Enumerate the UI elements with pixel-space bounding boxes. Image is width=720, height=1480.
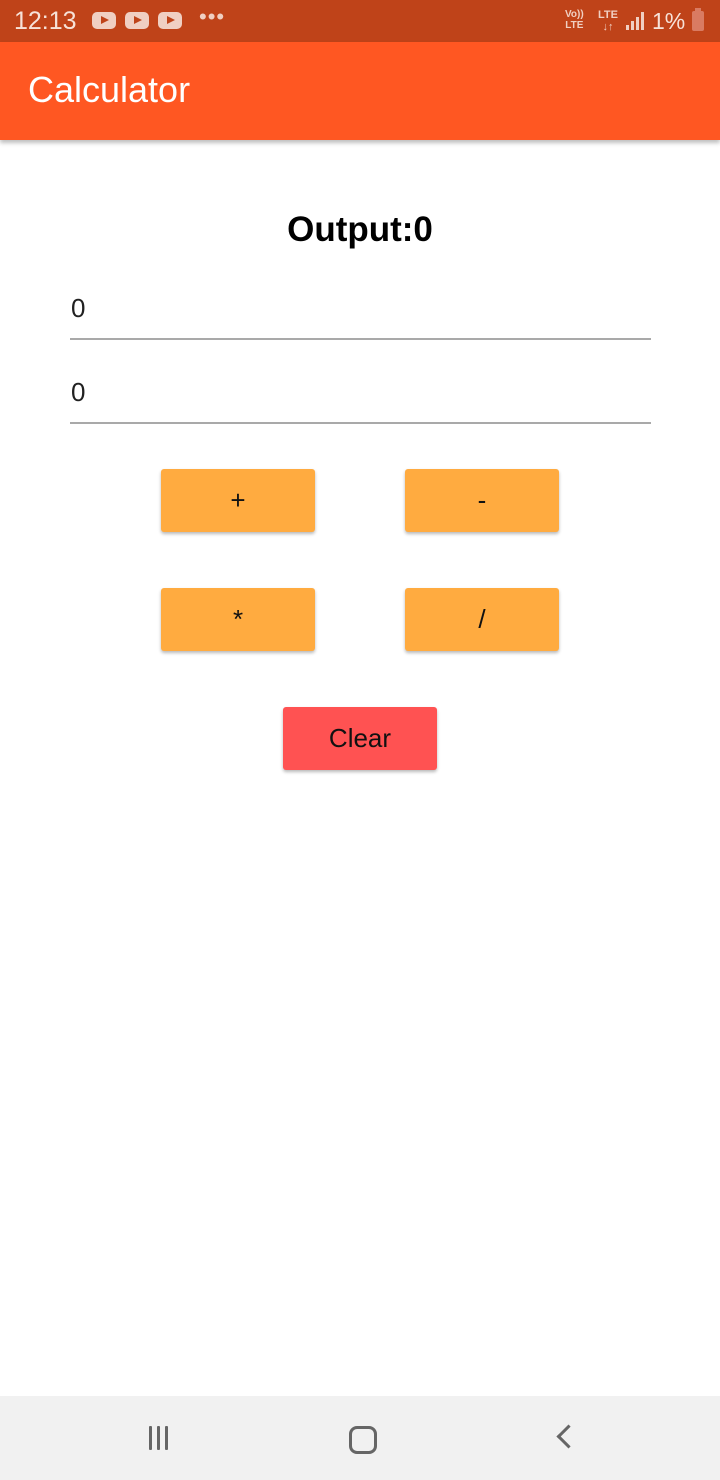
navigation-bar	[0, 1396, 720, 1480]
first-number-input[interactable]	[70, 278, 651, 340]
subtract-button[interactable]: -	[405, 469, 559, 532]
volte-icon: Vo)) LTE	[565, 9, 584, 31]
clear-button[interactable]: Clear	[283, 707, 437, 770]
lte-icon: LTE ↓↑	[598, 9, 618, 33]
home-icon[interactable]	[349, 1426, 377, 1454]
back-icon[interactable]	[556, 1424, 581, 1449]
divide-button[interactable]: /	[405, 588, 559, 651]
battery-percent: 1%	[652, 8, 686, 34]
multiply-button[interactable]: *	[161, 588, 315, 651]
youtube-icon	[125, 12, 149, 29]
volte-top-label: Vo))	[565, 9, 584, 20]
status-time: 12:13	[14, 7, 77, 35]
lte-bottom-label: ↓↑	[602, 21, 614, 33]
volte-bottom-label: LTE	[565, 20, 584, 31]
signal-icon	[626, 12, 646, 30]
youtube-icon	[92, 12, 116, 29]
status-bar: 12:13 ••• Vo)) LTE LTE ↓↑ 1%	[0, 0, 720, 42]
output-label: Output:0	[287, 210, 433, 249]
second-number-input[interactable]	[70, 362, 651, 424]
battery-icon	[692, 8, 704, 31]
app-title: Calculator	[28, 69, 191, 110]
recents-icon[interactable]	[149, 1426, 175, 1450]
youtube-icon	[158, 12, 182, 29]
more-notifications-icon: •••	[199, 4, 226, 29]
add-button[interactable]: +	[161, 469, 315, 532]
app-bar: Calculator	[0, 42, 720, 140]
lte-top-label: LTE	[598, 9, 618, 21]
